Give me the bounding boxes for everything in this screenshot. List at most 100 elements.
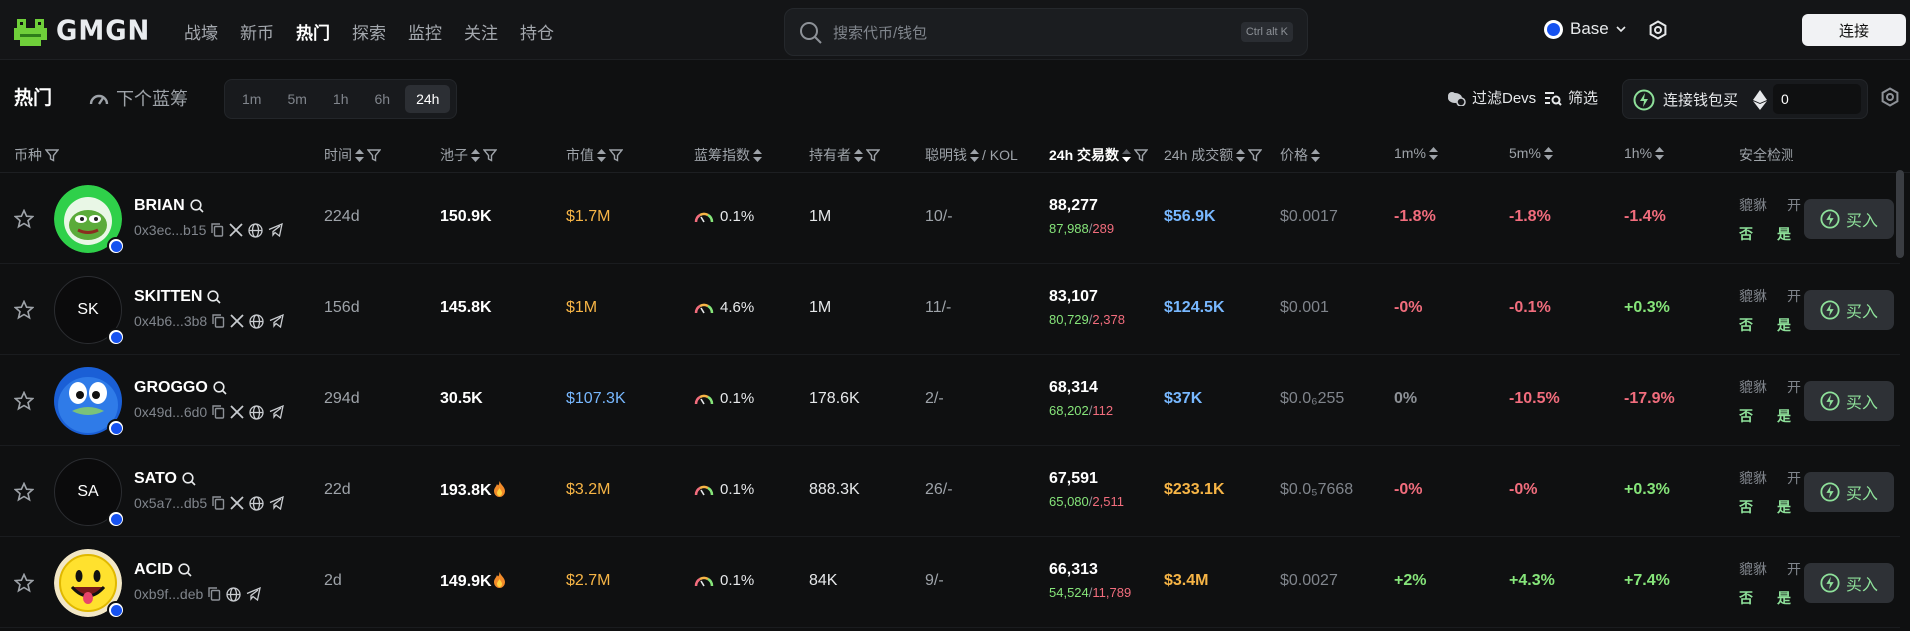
favorite-star-icon[interactable] bbox=[14, 209, 34, 229]
filter-icon[interactable] bbox=[866, 148, 880, 162]
sort-desc-icon[interactable] bbox=[1122, 148, 1132, 162]
token-name[interactable]: SATO bbox=[134, 470, 177, 488]
filter-icon[interactable] bbox=[609, 148, 623, 162]
token-name-wrap[interactable]: SKITTEN bbox=[134, 288, 222, 306]
website-icon[interactable] bbox=[226, 586, 241, 602]
website-icon[interactable] bbox=[249, 313, 264, 329]
table-row[interactable]: BRIAN 0x3ec...b15 224d 150.9K $1.7M 0.1%… bbox=[0, 173, 1900, 264]
table-row[interactable]: SK SKITTEN 0x4b6...3b8 156d 145.8K $1M 4… bbox=[0, 264, 1900, 355]
telegram-icon[interactable] bbox=[269, 496, 285, 510]
filter-icon[interactable] bbox=[45, 148, 59, 162]
table-row[interactable]: GROGGO 0x49d...6d0 294d 30.5K $107.3K 0.… bbox=[0, 355, 1900, 446]
sort-icon[interactable] bbox=[471, 148, 480, 162]
col-vol24[interactable]: 24h 成交额 bbox=[1164, 145, 1263, 165]
search-icon[interactable] bbox=[190, 199, 204, 213]
nav-link-explore[interactable]: 探索 bbox=[352, 19, 386, 44]
search-input[interactable] bbox=[833, 19, 1193, 47]
token-name[interactable]: ACID bbox=[134, 561, 173, 579]
sort-icon[interactable] bbox=[854, 148, 863, 162]
timeframe-5m[interactable]: 5m bbox=[276, 85, 317, 113]
sort-icon[interactable] bbox=[355, 148, 364, 162]
token-avatar[interactable] bbox=[54, 367, 125, 437]
token-name-wrap[interactable]: BRIAN bbox=[134, 197, 204, 215]
table-row[interactable]: SA SATO 0x5a7...db5 22d 193.8K $3.2M 0.1… bbox=[0, 446, 1900, 537]
search-icon[interactable] bbox=[182, 472, 196, 486]
website-icon[interactable] bbox=[249, 404, 264, 420]
timeframe-24h[interactable]: 24h bbox=[405, 85, 451, 113]
settings-icon[interactable] bbox=[1648, 20, 1668, 40]
telegram-icon[interactable] bbox=[246, 587, 262, 601]
filter-icon[interactable] bbox=[367, 148, 381, 162]
col-blue-chip[interactable]: 蓝筹指数 bbox=[694, 145, 762, 165]
copy-icon[interactable] bbox=[208, 587, 221, 601]
buy-amount-input[interactable] bbox=[1773, 84, 1861, 114]
search-icon[interactable] bbox=[207, 290, 222, 304]
nav-link-follow[interactable]: 关注 bbox=[464, 19, 498, 44]
buy-button[interactable]: 买入 bbox=[1804, 290, 1894, 330]
token-name[interactable]: GROGGO bbox=[134, 379, 208, 397]
search-bar[interactable]: Ctrl alt K bbox=[784, 8, 1308, 56]
website-icon[interactable] bbox=[248, 222, 264, 238]
sort-icon[interactable] bbox=[1655, 146, 1665, 160]
filter-icon[interactable] bbox=[483, 148, 497, 162]
nav-link-holdings[interactable]: 持仓 bbox=[520, 19, 554, 44]
copy-icon[interactable] bbox=[212, 496, 225, 510]
x-twitter-icon[interactable] bbox=[230, 496, 244, 510]
nav-link-new[interactable]: 新币 bbox=[240, 19, 274, 44]
x-twitter-icon[interactable] bbox=[230, 405, 244, 419]
timeframe-1m[interactable]: 1m bbox=[231, 85, 272, 113]
favorite-star-icon[interactable] bbox=[14, 391, 34, 411]
col-holders[interactable]: 持有者 bbox=[809, 145, 880, 165]
website-icon[interactable] bbox=[249, 495, 264, 511]
table-row[interactable]: ACID 0xb9f...deb 2d 149.9K $2.7M 0.1% 84… bbox=[0, 537, 1900, 628]
col-5m[interactable]: 5m% bbox=[1509, 145, 1553, 161]
telegram-icon[interactable] bbox=[268, 223, 284, 237]
search-icon[interactable] bbox=[213, 381, 227, 395]
filter-devs-button[interactable]: 过滤Devs bbox=[1446, 87, 1536, 108]
x-twitter-icon[interactable] bbox=[230, 314, 244, 328]
sort-icon[interactable] bbox=[597, 148, 606, 162]
sort-icon[interactable] bbox=[970, 148, 979, 162]
col-price[interactable]: 价格 bbox=[1280, 145, 1320, 165]
favorite-star-icon[interactable] bbox=[14, 300, 34, 320]
filter-icon[interactable] bbox=[1248, 148, 1263, 162]
col-1m[interactable]: 1m% bbox=[1394, 145, 1438, 161]
chain-selector[interactable]: Base bbox=[1544, 19, 1626, 39]
next-blue-chip-tab[interactable]: 下个蓝筹 bbox=[88, 85, 188, 111]
telegram-icon[interactable] bbox=[269, 405, 285, 419]
col-mcap[interactable]: 市值 bbox=[566, 145, 623, 165]
sort-icon[interactable] bbox=[753, 148, 762, 162]
filter-icon[interactable] bbox=[1134, 148, 1149, 162]
wallet-buy-label[interactable]: 连接钱包买 bbox=[1663, 89, 1738, 110]
token-avatar[interactable]: SK bbox=[54, 276, 125, 346]
nav-link-trending[interactable]: 热门 bbox=[296, 19, 330, 44]
token-name-wrap[interactable]: SATO bbox=[134, 470, 196, 488]
nav-link-monitor[interactable]: 监控 bbox=[408, 19, 442, 44]
sort-icon[interactable] bbox=[1543, 146, 1553, 160]
token-avatar[interactable] bbox=[54, 185, 125, 255]
x-twitter-icon[interactable] bbox=[229, 223, 244, 237]
timeframe-6h[interactable]: 6h bbox=[363, 85, 401, 113]
buy-button[interactable]: 买入 bbox=[1804, 381, 1894, 421]
col-kol-label[interactable]: / KOL bbox=[982, 147, 1018, 163]
sort-icon[interactable] bbox=[1428, 146, 1438, 160]
copy-icon[interactable] bbox=[211, 223, 224, 237]
col-token[interactable]: 币种 bbox=[14, 145, 59, 165]
nav-link-trenches[interactable]: 战壕 bbox=[184, 19, 218, 44]
telegram-icon[interactable] bbox=[269, 314, 285, 328]
buy-button[interactable]: 买入 bbox=[1804, 472, 1894, 512]
search-icon[interactable] bbox=[178, 563, 192, 577]
token-name-wrap[interactable]: GROGGO bbox=[134, 379, 227, 397]
buy-button[interactable]: 买入 bbox=[1804, 199, 1894, 239]
col-tx24[interactable]: 24h 交易数 bbox=[1049, 145, 1149, 165]
copy-icon[interactable] bbox=[212, 405, 225, 419]
col-pool[interactable]: 池子 bbox=[440, 145, 497, 165]
col-smart[interactable]: 聪明钱 / KOL bbox=[925, 145, 1018, 165]
token-name[interactable]: SKITTEN bbox=[134, 288, 202, 306]
sort-icon[interactable] bbox=[1311, 148, 1320, 162]
token-name-wrap[interactable]: ACID bbox=[134, 561, 192, 579]
col-age[interactable]: 时间 bbox=[324, 145, 381, 165]
favorite-star-icon[interactable] bbox=[14, 482, 34, 502]
settings-icon[interactable] bbox=[1880, 87, 1900, 107]
timeframe-1h[interactable]: 1h bbox=[322, 85, 360, 113]
